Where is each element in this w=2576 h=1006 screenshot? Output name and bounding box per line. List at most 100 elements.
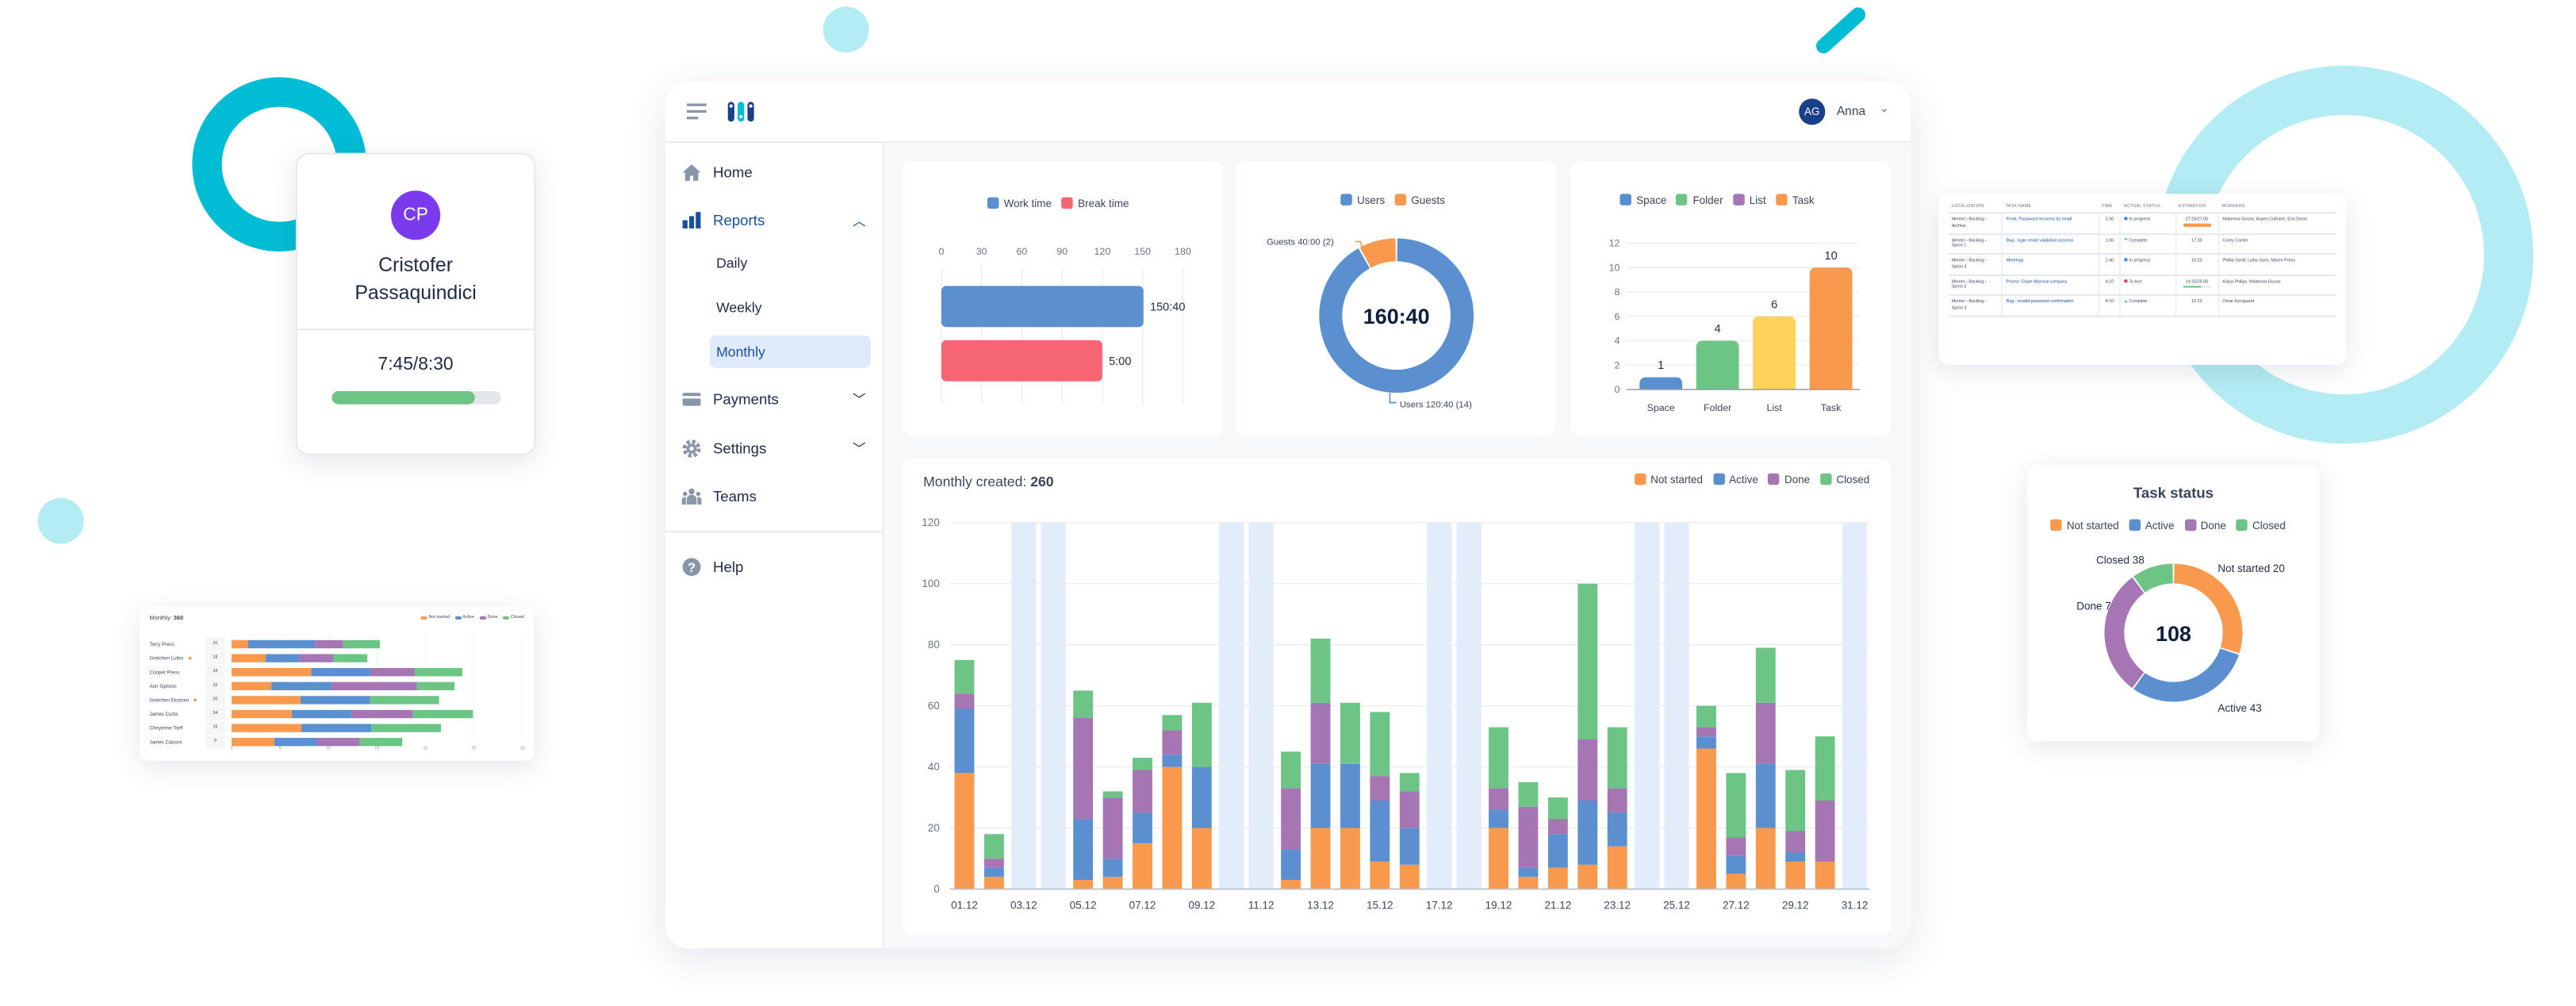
bar-segment-closed [1696,705,1716,728]
row-name: Terry Press [149,642,174,647]
bar-work-time [941,286,1144,328]
profile-card: CP Cristofer Passaquindici 7:45/8:30 [295,152,536,455]
bar-segment-not-started [232,696,301,705]
x-tick-label: 11.12 [1248,899,1275,911]
bar-segment-closed [1073,690,1094,719]
row-name: Gretchen Lubin [149,656,183,662]
user-name[interactable]: Anna [1837,103,1865,118]
column-header: LOCALIZATION [1948,200,2003,214]
bar-segment-closed [1191,702,1212,767]
sidebar-item-teams[interactable]: Teams [681,482,757,511]
bar-segment-closed [1755,647,1776,703]
breadcrumb-leaf: Sprint 1 [1951,244,1967,249]
sidebar-item-daily[interactable]: Daily [710,247,871,279]
bar-segment-not-started [1370,861,1390,889]
work-time-card: Work time Break time 0 30 60 90 120 150 180 150:… [902,160,1223,436]
estimation-bar [2182,224,2211,227]
bar-segment-closed [412,709,473,719]
divider [665,531,883,533]
column-header: ESTIMATION [2175,200,2219,214]
bar-segment-closed [1547,797,1568,820]
hamburger-icon[interactable] [686,103,708,120]
bar-segment-not-started [1607,846,1627,889]
monthly-created-card: Monthly created: 260 Not started Active Do… [902,458,1892,935]
y-tick-label: 10 [1609,262,1620,273]
bar-segment-done [315,639,343,649]
bar-segment-active [1489,809,1508,828]
cell-task-name[interactable]: Front. Password recovery by email [2002,213,2099,235]
user-avatar[interactable]: AG [1799,98,1826,125]
row-count: 20 [213,697,217,701]
app-logo-icon[interactable] [727,100,754,123]
estimation-value: 10:20 [2191,258,2202,264]
slice-label-active: Active 43 [2218,702,2261,714]
help-icon: ? [682,558,701,577]
bar-segment-done [1547,819,1568,835]
bar-segment-active [1370,800,1390,862]
bar-segment-not-started [1340,827,1360,889]
x-tick-label: 180 [1175,246,1191,257]
bar-segment-not-started [1281,880,1301,889]
estimation-value: 17:30 [2191,237,2202,244]
credit-card-icon [682,393,701,406]
sidebar-item-settings[interactable]: Settings ﹀ [682,434,866,463]
bar-segment-closed [371,724,442,732]
bar-segment-done [1133,770,1152,813]
sidebar-item-reports[interactable]: Reports ︿ [682,205,866,235]
bar-segment-not-started [232,639,248,649]
cell-time: 4:10 [2098,275,2122,297]
cell-task-name[interactable]: Bug - login email validation process [2002,233,2099,255]
bar-segment-active [1518,867,1539,877]
cell-time: 2:30 [2098,213,2122,235]
bar-segment-active [274,738,317,747]
bar-list [1753,316,1796,390]
sidebar-item-weekly[interactable]: Weekly [710,291,871,324]
bar-segment-not-started [1785,861,1806,889]
y-tick-label: 20 [928,822,940,834]
x-tick-label: 150 [1134,246,1151,257]
bar-segment-not-started [1489,827,1508,889]
sidebar-item-home[interactable]: Home [682,158,753,187]
y-tick-label: 120 [922,516,939,528]
table-header-row: LOCALIZATION TASK NAME TIME ACTUAL STATUS ES… [1948,200,2336,214]
status-dot [2125,300,2128,303]
bar-segment-done [983,858,1004,868]
status-label: In progress [2129,217,2151,223]
sidebar-item-help[interactable]: ? Help [682,552,743,582]
cell-workers: Corey Carder [2218,233,2336,255]
bar-segment-closed [1577,583,1598,740]
x-tick-label: 25 [472,747,477,751]
bar-segment-done [331,682,417,690]
breadcrumb-leaf: Sprint 3 [1951,305,1967,311]
slice-label-guests: Guests 40:00 (2) [1267,238,1334,248]
bar-segment-active [300,696,370,705]
chevron-down-icon: ﹀ [853,392,866,407]
status-dot [2125,238,2128,241]
sidebar-item-payments[interactable]: Payments ﹀ [682,385,866,414]
x-tick-label: Folder [1704,402,1731,413]
cell-workers: Makenna Gouse, Aspen Culhane, Erin Donin [2218,213,2336,235]
work-time-chart: 0 30 60 90 120 150 180 150:40 5:00 [938,246,1191,405]
bar-segment-active [1547,834,1568,868]
sidebar-label: Teams [712,488,757,505]
x-tick-label: 5 [279,747,282,751]
bar-segment-active [1162,754,1183,767]
column-header: TASK NAME [2002,200,2099,214]
x-tick-label: 10 [326,747,331,751]
bar-segment-active [291,709,352,719]
y-tick-label: 4 [1614,336,1620,347]
bar-segment-active [247,639,316,649]
bar-segment-not-started [1399,864,1420,889]
cell-task-name[interactable]: Bug - invalid password confirmation [2002,295,2099,317]
sidebar-item-monthly[interactable]: Monthly [709,335,871,368]
cell-task-name[interactable]: Promo: Claire Marceal company [2002,275,2099,297]
bar-segment-done [1785,831,1806,853]
breadcrumb: Menter › Backlog › [1951,299,1987,305]
cell-task-name[interactable]: Meetings [2002,254,2099,276]
slice-label-done: Done 7 [2076,600,2110,612]
user-menu-chevron-icon[interactable]: ⌄ [1880,102,1889,114]
y-tick-label: 60 [928,700,940,712]
bar-segment-closed [1281,751,1301,789]
status-label: In progress [2129,258,2151,264]
y-tick-label: 6 [1614,311,1620,322]
